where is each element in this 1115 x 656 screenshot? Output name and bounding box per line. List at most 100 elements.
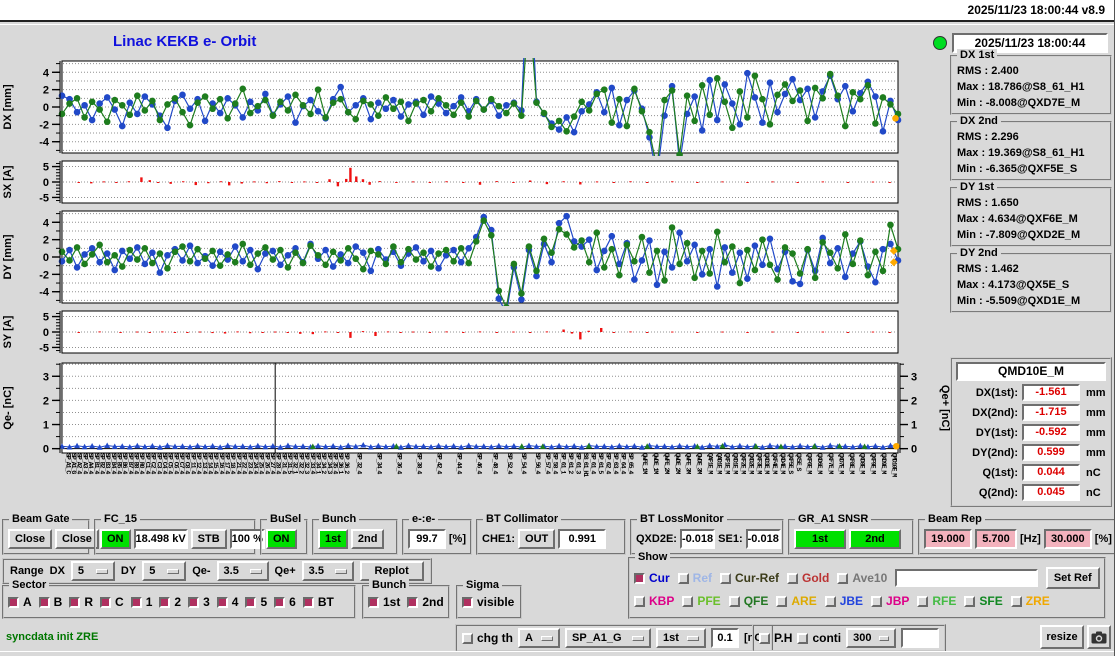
sector-row: Sector A B R C 1 2 3 4 5 6 BT Bunch 1st 2nd Sigma visibl… <box>2 579 522 619</box>
value-field[interactable]: 0.991 <box>558 529 607 549</box>
ref-name-entry[interactable] <box>895 569 1038 587</box>
1st-button[interactable]: 1st <box>318 529 348 549</box>
checkbox-6[interactable]: 6 <box>274 595 296 609</box>
checkbox-label: chg th <box>477 631 513 645</box>
checkbox-indicator <box>130 596 142 608</box>
frame-bunch: Bunch 1st 2nd <box>312 513 398 555</box>
resize-button[interactable]: resize <box>1040 625 1084 649</box>
checkbox-label: 1st <box>383 595 401 609</box>
field-label: Qe+ <box>274 565 296 577</box>
frame-content: A B R C 1 2 3 4 5 6 BT <box>8 595 350 609</box>
option-menu[interactable]: 1st <box>656 628 706 648</box>
monitor-row-label: DX(2nd): <box>972 406 1018 419</box>
frame-title: Bunch <box>369 579 410 591</box>
checkbox-cur-ref[interactable]: Cur-Ref <box>720 571 779 585</box>
checkbox-label: PFE <box>697 594 721 608</box>
checkbox-r[interactable]: R <box>69 595 93 609</box>
checkbox-jbe[interactable]: JBE <box>824 594 863 608</box>
checkbox-c[interactable]: C <box>100 595 124 609</box>
checkbox-indicator <box>1010 595 1022 607</box>
on-button[interactable]: ON <box>100 529 131 549</box>
stats-group-title: DY 2nd <box>957 247 1001 259</box>
checkbox-label: C <box>115 595 124 609</box>
checkbox-2[interactable]: 2 <box>159 595 181 609</box>
xaxis-label: QXF1E_M <box>723 453 731 474</box>
option-menu-indicator <box>167 568 180 574</box>
1st-button[interactable]: 1st <box>794 529 846 549</box>
option-menu[interactable]: A <box>518 628 560 648</box>
option-menu-value: 3.5 <box>223 565 239 577</box>
checkbox-rfe[interactable]: RFE <box>917 594 956 608</box>
option-menu-indicator <box>249 568 262 574</box>
checkbox-conti[interactable]: conti <box>797 631 841 645</box>
option-menu[interactable]: 5 <box>70 561 115 581</box>
option-menu[interactable]: 300 <box>846 628 897 648</box>
stb-button[interactable]: STB <box>190 529 227 549</box>
2nd-button[interactable]: 2nd <box>849 529 901 549</box>
xaxis-label: SP_58_4 <box>551 453 559 474</box>
option-menu[interactable]: 3.5 <box>301 561 354 581</box>
checkbox-indicator <box>462 632 473 644</box>
2nd-button[interactable]: 2nd <box>350 529 385 549</box>
checkbox-sfe[interactable]: SFE <box>964 594 1003 608</box>
checkbox-gold[interactable]: Gold <box>787 571 829 585</box>
out-button[interactable]: OUT <box>518 529 556 549</box>
checkbox-b[interactable]: B <box>38 595 62 609</box>
checkbox-visible[interactable]: visible <box>462 595 514 609</box>
checkbox-a[interactable]: A <box>8 595 32 609</box>
checkbox-label: JBP <box>886 594 910 608</box>
xaxis-label: SP_62_4 <box>604 453 612 474</box>
checkbox-1st[interactable]: 1st <box>368 595 400 609</box>
status-lamp <box>933 36 947 50</box>
checkbox-5[interactable]: 5 <box>245 595 267 609</box>
checkbox-jbp[interactable]: JBP <box>871 594 909 608</box>
option-menu[interactable]: SP_A1_G <box>565 628 651 648</box>
xaxis-label: QXF9E_M <box>869 453 877 474</box>
value-field[interactable]: 18.498 kV <box>133 529 188 549</box>
chart-q: 3210Qe- [nC]3210Qe+ [nC] <box>2 362 951 456</box>
value-field[interactable]: -0.018 <box>679 529 716 549</box>
checkbox-chg-th[interactable]: chg th <box>462 631 513 645</box>
value-field[interactable] <box>901 628 940 648</box>
xaxis-label: QWDE_1M <box>652 453 660 474</box>
set-ref-button[interactable]: Set Ref <box>1045 567 1100 589</box>
replot-button[interactable]: Replot <box>359 561 424 581</box>
monitor-row-unit: mm <box>1086 406 1106 419</box>
charts-column: 4 2 0 -2 -4 DX [mm] 5 0 -5 SX [A] 4 2 0 -2 -4 DY [mm] 5 0… <box>0 58 960 456</box>
checkbox-p-h[interactable]: P.H <box>759 631 792 645</box>
checkbox-bt[interactable]: BT <box>302 595 334 609</box>
frame-title: Sector <box>9 579 50 591</box>
xaxis-label: SP_36_4 <box>395 453 403 474</box>
svg-text:5: 5 <box>43 312 49 324</box>
value-field[interactable]: 99.7 <box>408 529 446 549</box>
value-field[interactable]: -0.018 <box>745 529 781 549</box>
checkbox-zre[interactable]: ZRE <box>1010 594 1050 608</box>
option-menu[interactable]: 5 <box>142 561 187 581</box>
checkbox-ref[interactable]: Ref <box>677 571 712 585</box>
checkbox-label: 5 <box>260 595 268 609</box>
checkbox-qfe[interactable]: QFE <box>728 594 768 608</box>
checkbox-cur[interactable]: Cur <box>634 571 670 585</box>
monitor-row-unit: mm <box>1086 386 1106 399</box>
checkbox-pfe[interactable]: PFE <box>682 594 721 608</box>
checkbox-label: ARE <box>791 594 817 608</box>
status-message: syncdata init ZRE <box>6 631 99 643</box>
close-button[interactable]: Close <box>54 529 99 549</box>
screenshot-camera-button[interactable] <box>1087 625 1111 649</box>
checkbox-2nd[interactable]: 2nd <box>407 595 444 609</box>
value-field[interactable]: 0.1 <box>711 628 739 648</box>
checkbox-1[interactable]: 1 <box>130 595 152 609</box>
close-button[interactable]: Close <box>8 529 52 549</box>
xaxis-label: QWFE_2M <box>662 453 670 474</box>
on-button[interactable]: ON <box>266 529 297 549</box>
checkbox-3[interactable]: 3 <box>188 595 210 609</box>
checkbox-are[interactable]: ARE <box>776 594 817 608</box>
checkbox-ave10[interactable]: Ave10 <box>837 571 887 585</box>
checkbox-4[interactable]: 4 <box>216 595 238 609</box>
option-menu-indicator <box>95 568 108 574</box>
svg-text:-4: -4 <box>39 287 50 299</box>
checkbox-kbp[interactable]: KBP <box>634 594 674 608</box>
page-title: Linac KEKB e- Orbit <box>113 33 257 50</box>
stats-group-title: DX 1st <box>957 49 998 61</box>
option-menu[interactable]: 3.5 <box>216 561 269 581</box>
